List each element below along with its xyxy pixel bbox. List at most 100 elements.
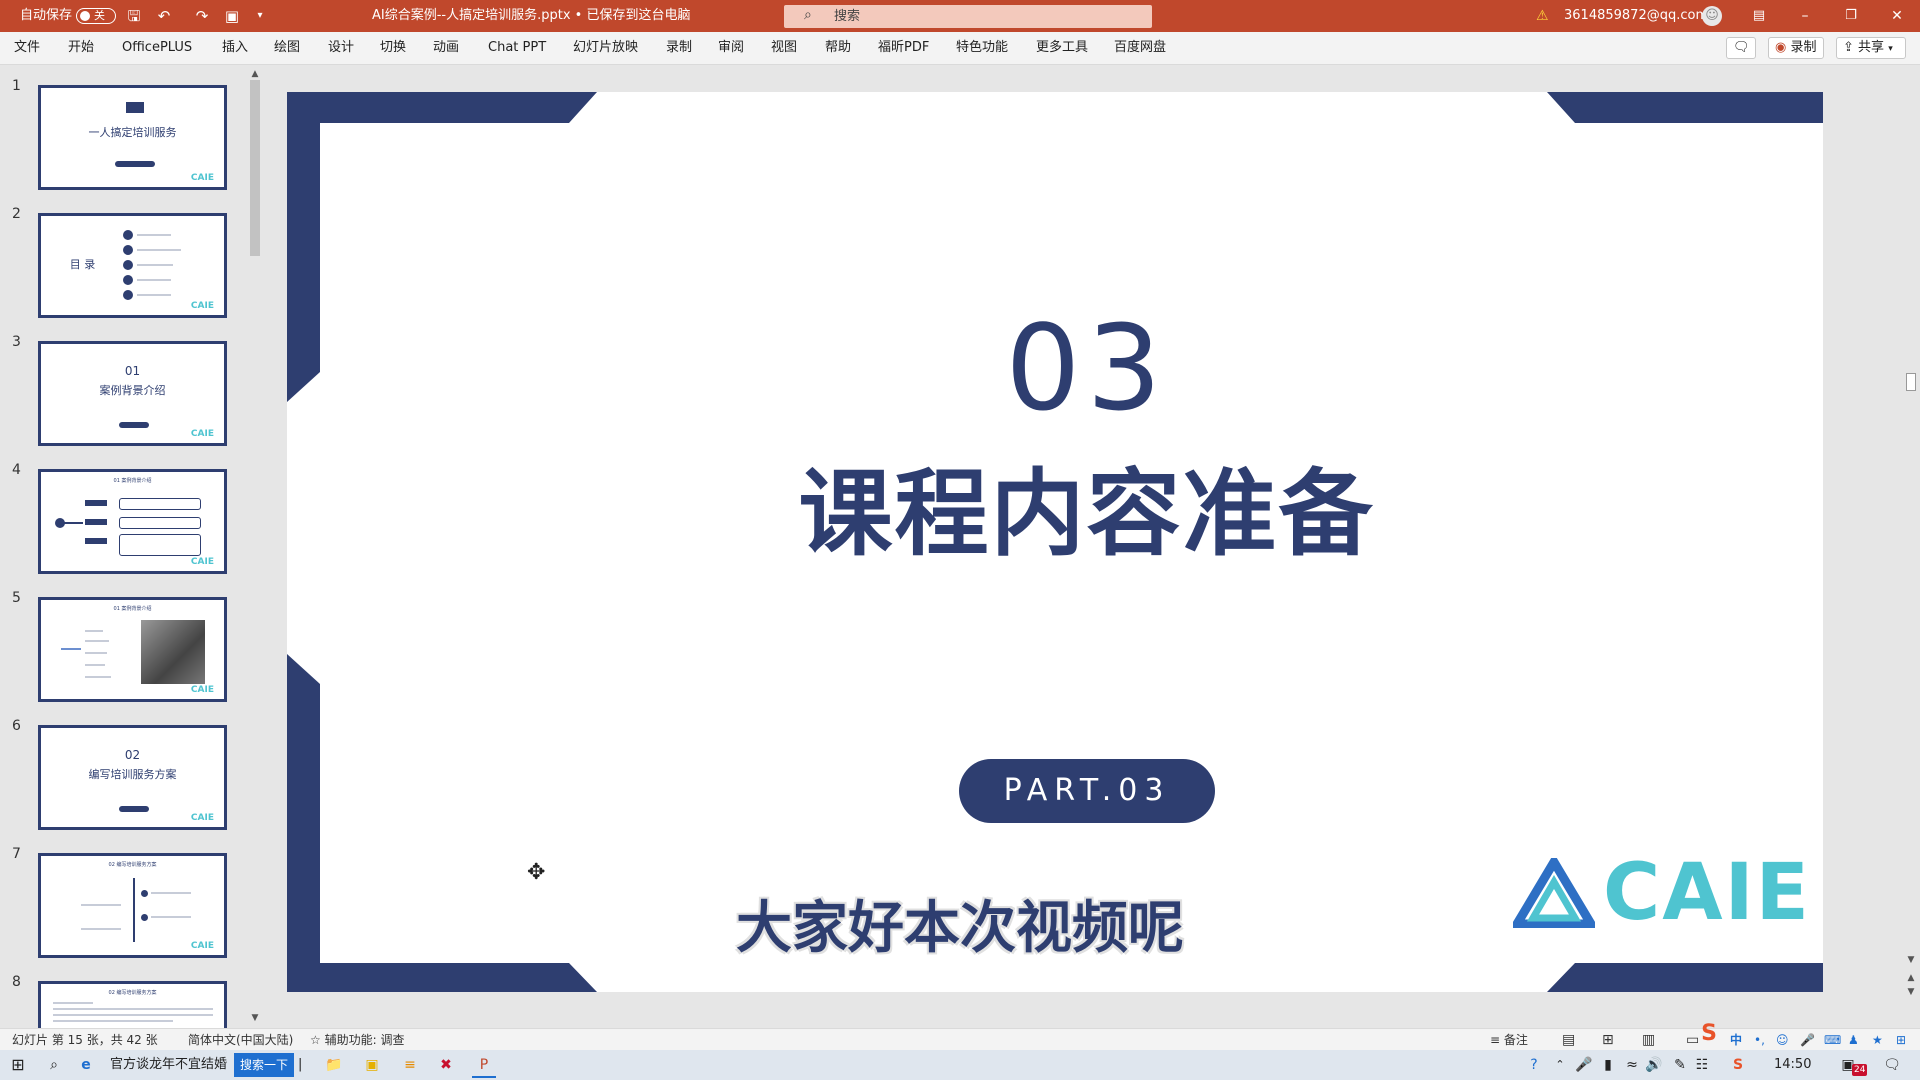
save-icon[interactable]: 🖫 [124,6,144,26]
tab-more-tools[interactable]: 更多工具 [1036,32,1088,64]
search-icon[interactable]: ⌕ [42,1054,66,1076]
volume-icon[interactable]: 🔊 [1642,1054,1666,1076]
thumb-number: 6 [12,718,21,734]
tab-slideshow[interactable]: 幻灯片放映 [573,32,638,64]
news-headline[interactable]: 官方谈龙年不宜结婚 [110,1050,227,1080]
accessibility-status[interactable]: ☆ 辅助功能: 调查 [310,1029,404,1051]
tab-features[interactable]: 特色功能 [956,32,1008,64]
tray-expand-icon[interactable]: ⌃ [1548,1054,1572,1076]
ime-skin-icon[interactable]: ★ [1872,1029,1883,1051]
sogou-tray-icon[interactable]: S [1726,1054,1750,1076]
ime-voice-icon[interactable]: 🎤 [1800,1029,1815,1051]
normal-view-icon[interactable]: ▤ [1562,1029,1575,1051]
comments-button[interactable]: 🗨 [1726,37,1756,59]
help-tray-icon[interactable]: ? [1522,1054,1546,1076]
close-icon[interactable]: ✕ [1874,0,1920,32]
xmind-icon[interactable]: ✖ [434,1054,458,1076]
tab-file[interactable]: 文件 [14,32,40,64]
sticky-app-icon[interactable]: ▣ [360,1054,384,1076]
tab-help[interactable]: 帮助 [825,32,851,64]
action-center-icon[interactable]: 🗨 [1880,1054,1904,1076]
scroll-up-icon[interactable]: ▲ [248,68,262,80]
tab-chatppt[interactable]: Chat PPT [488,32,546,64]
microphone-icon[interactable]: 🎤 [1572,1054,1596,1076]
scrollbar-thumb[interactable] [1906,373,1916,391]
slide-canvas[interactable]: 03 课程内容准备 PART.03 CAIE ✥ [287,92,1823,992]
ribbon-display-icon[interactable]: ▤ [1736,0,1782,32]
slide-thumbnail-2[interactable]: 目 录 CAIE [38,213,227,318]
scroll-down-icon[interactable]: ▼ [1904,955,1918,965]
tab-design[interactable]: 设计 [328,32,354,64]
title-bar: 自动保存 关 🖫 ↶ ↷ ▣ ▾ AI综合案例--人搞定培训服务.pptx • … [0,0,1920,32]
tab-record[interactable]: 录制 [666,32,692,64]
ime-toolbox-icon[interactable]: ⊞ [1896,1029,1906,1051]
ime-punct-icon[interactable]: •, [1754,1029,1765,1051]
tab-review[interactable]: 审阅 [718,32,744,64]
reading-view-icon[interactable]: ▥ [1642,1029,1655,1051]
ie-browser-icon[interactable]: e [74,1054,98,1076]
slide-thumbnail-1[interactable]: 一人搞定培训服务 CAIE [38,85,227,190]
warning-icon[interactable]: ⚠ [1536,0,1549,32]
tab-officeplus[interactable]: OfficePLUS [122,32,192,64]
slide-thumbnail-4[interactable]: 01 案例背景介绍 CAIE [38,469,227,574]
slide-scrollbar[interactable]: ▼ ▲ ▼ [1904,65,1918,1028]
ime-emoji-icon[interactable]: ☺ [1776,1029,1789,1051]
clock[interactable]: 14:50 [1774,1050,1811,1080]
account-email[interactable]: 3614859872@qq.com [1564,0,1708,32]
chevron-down-icon[interactable]: ⌄ [676,0,684,32]
present-icon[interactable]: ▣ [222,6,242,26]
thumbnail-scrollbar[interactable]: ▲ ▼ [248,68,262,1024]
tab-baidu-netdisk[interactable]: 百度网盘 [1114,32,1166,64]
ime-user-icon[interactable]: ♟ [1848,1029,1859,1051]
document-title[interactable]: AI综合案例--人搞定培训服务.pptx • 已保存到这台电脑 [372,0,690,32]
tab-view[interactable]: 视图 [771,32,797,64]
notes-button[interactable]: ≡ 备注 [1490,1029,1528,1051]
slide-thumbnail-5[interactable]: 01 案例背景介绍 CAIE [38,597,227,702]
previous-slide-icon[interactable]: ▲ [1904,973,1918,983]
share-button[interactable]: ⇪ 共享 ▾ [1836,37,1906,59]
scroll-down-icon[interactable]: ▼ [248,1012,262,1024]
powerpoint-icon[interactable]: P [472,1054,496,1078]
ime-chinese-icon[interactable]: 中 [1730,1029,1742,1051]
share-icon: ⇪ [1843,40,1854,55]
file-explorer-icon[interactable]: 📁 [322,1054,346,1076]
restore-icon[interactable]: ❐ [1828,0,1874,32]
thumb-title: 01 案例背景介绍 [113,606,152,612]
ime-keyboard-icon[interactable]: ⌨ [1824,1029,1841,1051]
autosave-toggle[interactable]: 关 [76,8,116,24]
minimize-icon[interactable]: – [1782,0,1828,32]
record-button[interactable]: ◉ 录制 [1768,37,1824,59]
windows-start-icon[interactable]: ⊞ [6,1054,30,1076]
battery-icon[interactable]: ▮ [1596,1054,1620,1076]
tab-transitions[interactable]: 切换 [380,32,406,64]
search-icon: ⌕ [804,7,812,23]
tab-home[interactable]: 开始 [68,32,94,64]
app-icon[interactable]: ≡ [398,1054,422,1076]
wifi-icon[interactable]: ≈ [1620,1054,1644,1076]
scrollbar-thumb[interactable] [250,80,260,256]
undo-icon[interactable]: ↶ [154,6,174,26]
text-line [53,1020,173,1022]
tab-draw[interactable]: 绘图 [274,32,300,64]
mindmap-tag [85,519,107,525]
search-box[interactable]: ⌕ 搜索 [784,5,1152,28]
thumb-number: 3 [12,334,21,350]
thumb-number: 4 [12,462,21,478]
slide-thumbnail-8[interactable]: 02 编写培训服务方案 [38,981,227,1028]
avatar[interactable]: ☺ [1702,6,1722,26]
search-go-button[interactable]: 搜索一下 [234,1053,295,1077]
slide-thumbnail-3[interactable]: 01 案例背景介绍 CAIE [38,341,227,446]
slide-thumbnail-6[interactable]: 02 编写培训服务方案 CAIE [38,725,227,830]
slide-sorter-icon[interactable]: ⊞ [1602,1029,1614,1051]
next-slide-icon[interactable]: ▼ [1904,987,1918,997]
customize-qat-icon[interactable]: ▾ [250,6,270,26]
tab-foxit-pdf[interactable]: 福昕PDF [878,32,929,64]
network-icon[interactable]: ☷ [1690,1054,1714,1076]
tab-animations[interactable]: 动画 [433,32,459,64]
mindmap-box [119,517,201,529]
pen-icon[interactable]: ✎ [1668,1054,1692,1076]
redo-icon[interactable]: ↷ [192,6,212,26]
language-indicator[interactable]: 简体中文(中国大陆) [188,1029,293,1051]
sogou-ime-icon[interactable]: S [1694,1021,1724,1047]
tab-insert[interactable]: 插入 [222,32,248,64]
